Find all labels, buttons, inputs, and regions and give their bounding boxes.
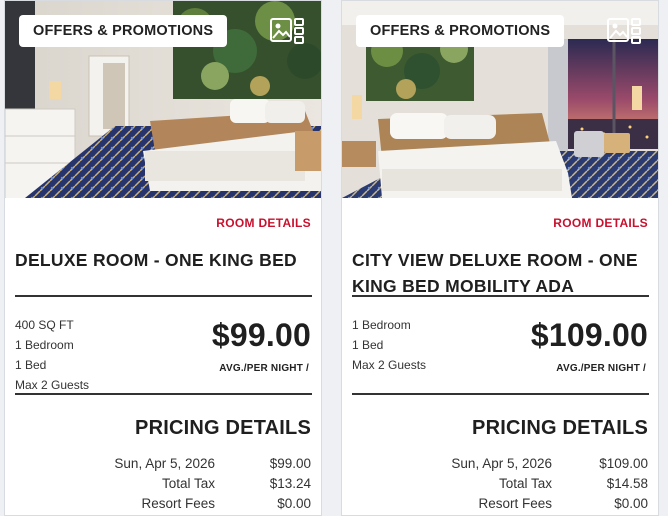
feature-size: 400 SQ FT xyxy=(15,318,74,332)
price-note: AVG./PER NIGHT / xyxy=(556,363,646,374)
room-card-city-view-ada[interactable]: OFFERS & PROMOTIONS ROOM DETAILS CITY VI… xyxy=(341,0,659,516)
feature-bedrooms: 1 Bedroom xyxy=(15,338,74,352)
room-photo[interactable]: OFFERS & PROMOTIONS xyxy=(5,1,321,198)
offers-badge: OFFERS & PROMOTIONS xyxy=(356,15,565,47)
pricing-details-title: PRICING DETAILS xyxy=(472,417,648,439)
room-details-link[interactable]: ROOM DETAILS xyxy=(553,216,648,230)
pricing-value: $99.00 xyxy=(269,456,311,471)
feature-bedrooms: 1 Bedroom xyxy=(352,318,411,332)
feature-beds: 1 Bed xyxy=(352,338,384,352)
divider xyxy=(352,393,649,395)
pricing-value: $13.24 xyxy=(269,476,311,491)
pricing-label: Total Tax xyxy=(498,476,552,491)
room-features: 1 Bedroom 1 Bed Max 2 Guests xyxy=(352,315,426,375)
pricing-row-tax: Total Tax $13.24 xyxy=(65,474,311,494)
pricing-row-resort-fees: Resort Fees $0.00 xyxy=(402,494,648,514)
offers-badge: OFFERS & PROMOTIONS xyxy=(19,15,228,47)
divider xyxy=(15,393,312,395)
pricing-value: $14.58 xyxy=(606,476,648,491)
pricing-label: Sun, Apr 5, 2026 xyxy=(451,456,552,471)
room-title: CITY VIEW DELUXE ROOM - ONE KING BED MOB… xyxy=(352,250,638,296)
nightly-price: $99.00 xyxy=(211,317,311,353)
room-details-link[interactable]: ROOM DETAILS xyxy=(216,216,311,230)
room-photo[interactable]: OFFERS & PROMOTIONS xyxy=(342,1,658,198)
gallery-icon[interactable] xyxy=(607,18,641,44)
pricing-label: Total Tax xyxy=(161,476,215,491)
pricing-row-date: Sun, Apr 5, 2026 $99.00 xyxy=(65,454,311,474)
pricing-details-table: Sun, Apr 5, 2026 $99.00 Total Tax $13.24… xyxy=(65,454,311,514)
pricing-details-title: PRICING DETAILS xyxy=(135,417,311,439)
divider xyxy=(15,295,312,297)
pricing-label: Sun, Apr 5, 2026 xyxy=(114,456,215,471)
feature-guests: Max 2 Guests xyxy=(15,378,90,392)
nightly-price: $109.00 xyxy=(530,317,648,353)
room-card-deluxe-king[interactable]: OFFERS & PROMOTIONS ROOM DETAILS DELUXE … xyxy=(4,0,322,516)
room-title: DELUXE ROOM - ONE KING BED xyxy=(15,250,297,270)
pricing-row-date: Sun, Apr 5, 2026 $109.00 xyxy=(402,454,648,474)
pricing-row-tax: Total Tax $14.58 xyxy=(402,474,648,494)
room-features: 400 SQ FT 1 Bedroom 1 Bed Max 2 Guests xyxy=(15,315,89,395)
pricing-details-table: Sun, Apr 5, 2026 $109.00 Total Tax $14.5… xyxy=(402,454,648,514)
divider xyxy=(352,295,649,297)
feature-beds: 1 Bed xyxy=(15,358,47,372)
pricing-value: $109.00 xyxy=(599,456,648,471)
pricing-value: $0.00 xyxy=(614,496,648,511)
gallery-icon[interactable] xyxy=(270,18,304,44)
pricing-label: Resort Fees xyxy=(478,496,552,511)
pricing-label: Resort Fees xyxy=(141,496,215,511)
pricing-row-resort-fees: Resort Fees $0.00 xyxy=(65,494,311,514)
feature-guests: Max 2 Guests xyxy=(352,358,427,372)
price-note: AVG./PER NIGHT / xyxy=(219,363,309,374)
pricing-value: $0.00 xyxy=(277,496,311,511)
